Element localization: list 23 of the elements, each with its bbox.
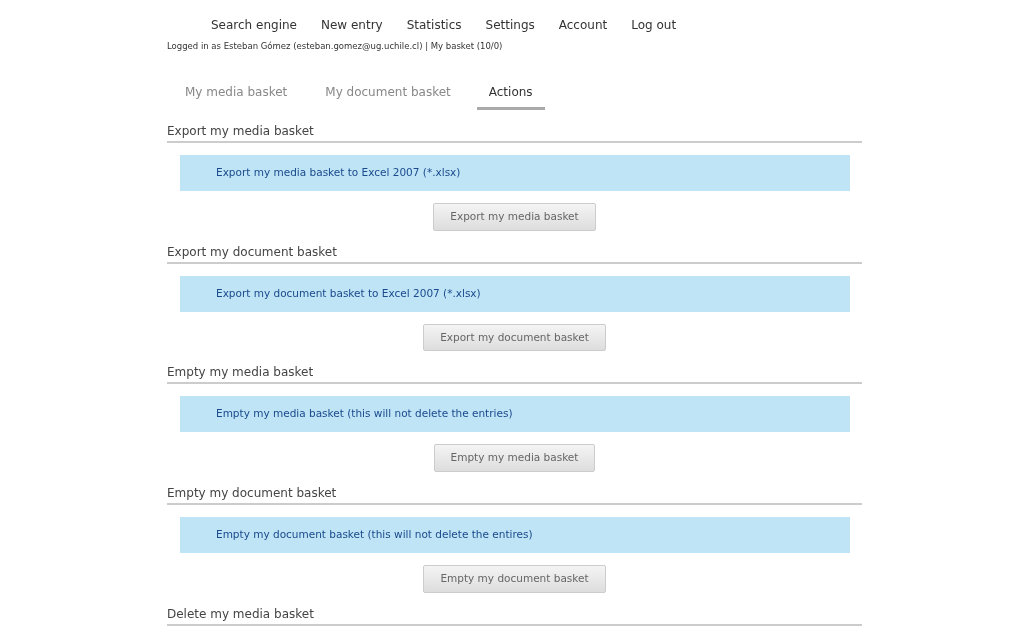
info-message: Export my media basket to Excel 2007 (*.xlsx) [180,154,850,191]
tab[interactable]: My document basket [313,82,463,110]
section-heading: Empty my media basket [167,363,862,385]
action-button[interactable]: Export my document basket [423,323,606,352]
section-heading: Export my media basket [167,121,862,143]
tab[interactable]: My media basket [173,82,300,110]
action-button[interactable]: Empty my media basket [433,444,596,472]
action-button[interactable]: Empty my document basket [423,565,606,593]
info-message: Export my document basket to Excel 2007 (*.xlsx) [180,275,850,312]
section-heading: Delete my media basket [167,604,862,626]
login-status-text: Logged in as Esteban Gómez (esteban.gomez@ug.uchile.cl) | My basket (10/0) [167,40,504,53]
nav-link[interactable]: Log out [619,16,689,34]
nav-link[interactable]: Settings [473,16,547,34]
action-button[interactable]: Export my media basket [433,202,596,231]
nav-link[interactable]: Search engine [199,16,309,34]
tab[interactable]: Actions [476,82,545,110]
info-message: Empty my document basket (this will not delete the entires) [180,517,850,553]
section-heading: Empty my document basket [167,484,862,505]
nav-link[interactable]: New entry [308,16,395,34]
nav-link[interactable]: Statistics [394,16,474,34]
nav-link[interactable]: Account [546,16,620,34]
section-heading: Export my document basket [167,242,862,264]
info-message: Empty my media basket (this will not delete the entries) [180,396,850,433]
